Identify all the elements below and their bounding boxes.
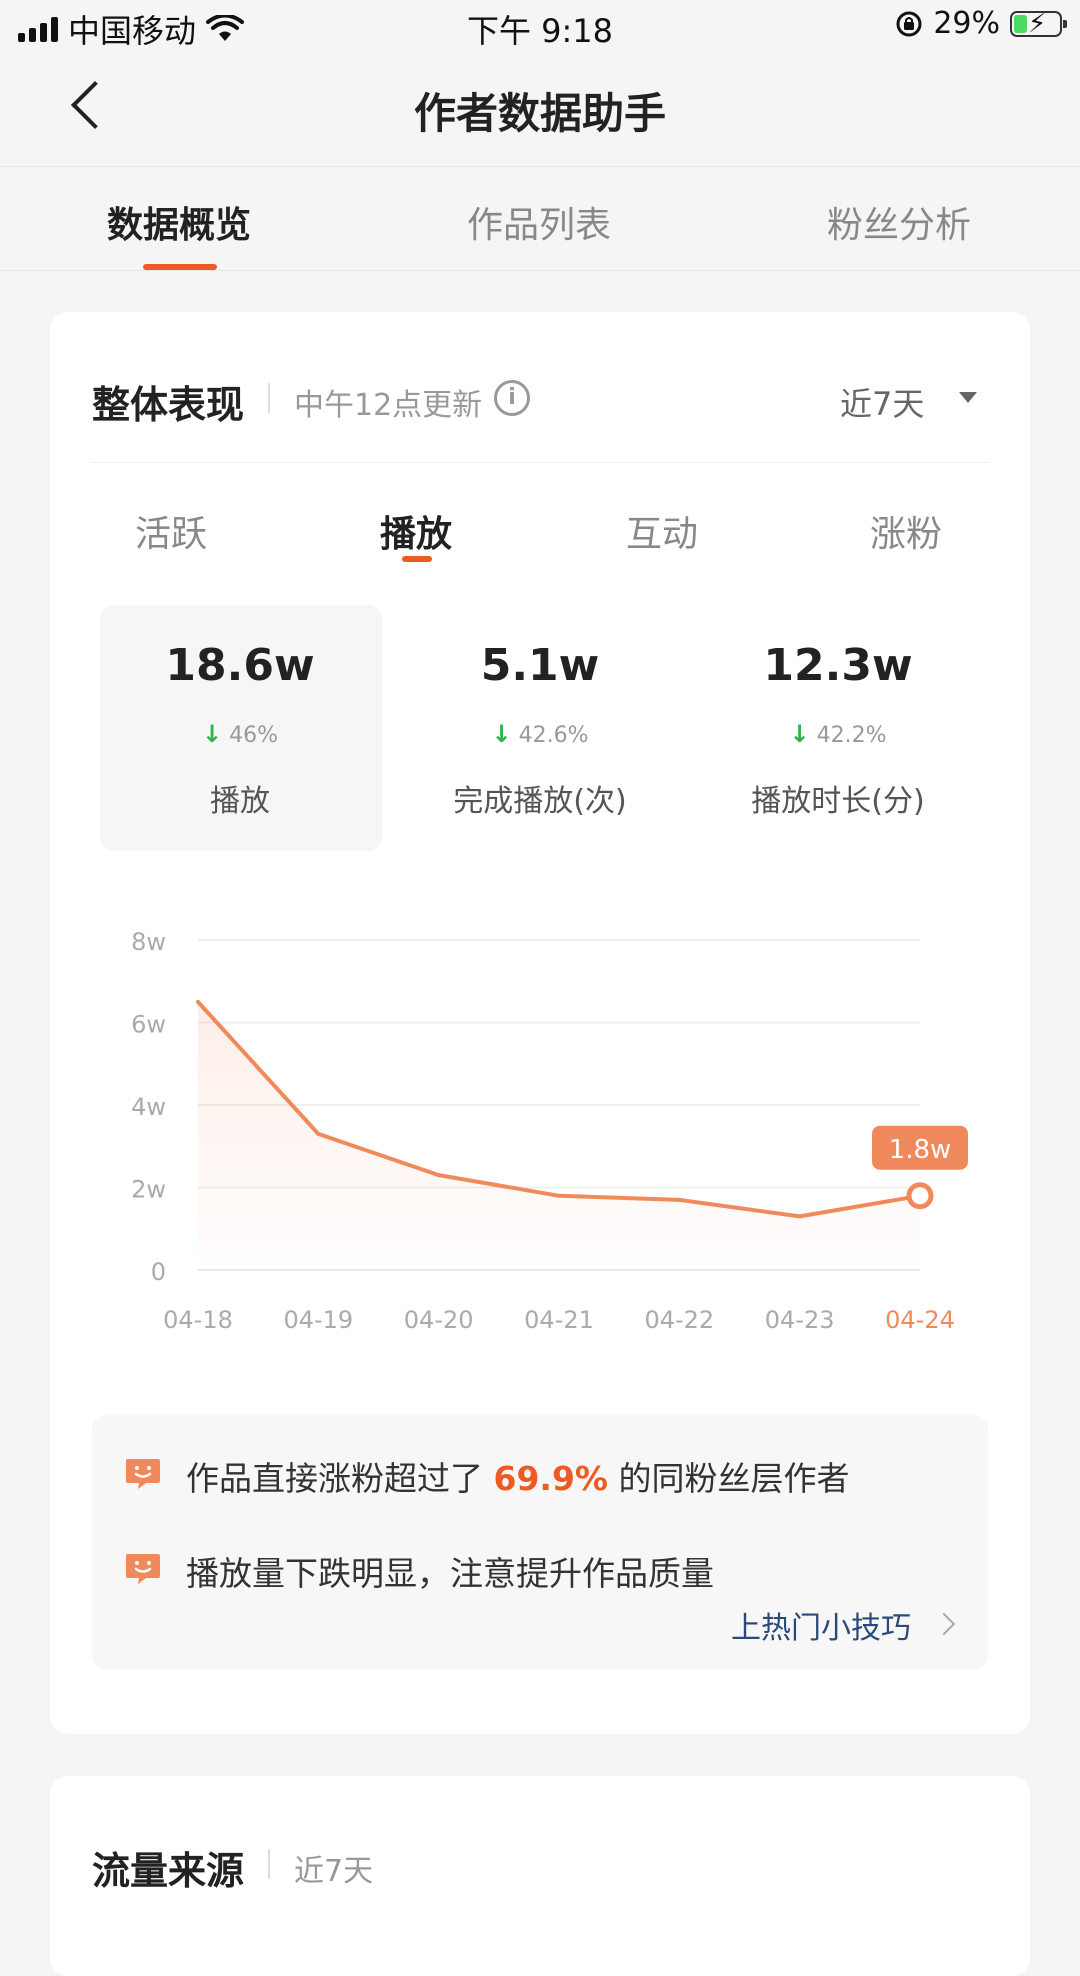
tip-fans-growth: 作品直接涨粉超过了 69.9% 的同粉丝层作者	[186, 1459, 850, 1498]
orientation-lock-icon	[896, 11, 922, 36]
down-arrow-icon: ↓	[491, 720, 512, 748]
caret-down-icon[interactable]	[959, 392, 977, 403]
y-tick-label: 4w	[131, 1093, 166, 1121]
metric-label-duration: 播放时长(分)	[751, 784, 925, 819]
x-tick-label: 04-24	[885, 1306, 955, 1334]
subtab-interaction[interactable]: 互动	[626, 505, 698, 557]
overview-divider	[90, 462, 990, 463]
x-tick-label: 04-20	[404, 1306, 474, 1334]
overview-title: 整体表现	[92, 383, 245, 427]
tabs-divider	[0, 270, 1080, 271]
subtab-indicator	[402, 556, 432, 562]
x-tick-label: 04-21	[524, 1306, 594, 1334]
data-point	[436, 1173, 441, 1178]
x-tick-label: 04-18	[163, 1306, 233, 1334]
traffic-title: 流量来源	[92, 1849, 245, 1893]
data-point	[557, 1193, 561, 1198]
status-bar: 中国移动 下午 9:18 29% ⚡	[0, 0, 1080, 56]
metric-value-completed[interactable]: 5.1w	[390, 640, 690, 691]
subtab-active[interactable]: 活跃	[135, 505, 207, 557]
data-point	[196, 999, 200, 1004]
update-note: 中午12点更新	[294, 388, 483, 423]
smile-bubble-icon	[126, 1554, 160, 1584]
subtab-play[interactable]: 播放	[380, 505, 452, 557]
chart-area	[198, 1001, 920, 1270]
y-tick-label: 2w	[131, 1176, 166, 1204]
metric-value-plays: 18.6w	[165, 640, 315, 691]
data-point	[316, 1131, 321, 1136]
play-trend-chart: 0 2w 4w 6w 8w 04-18 04-19 04-20 04-21 04-22 04-23…	[131, 928, 968, 1334]
x-tick-label: 04-23	[765, 1306, 835, 1334]
page-title: 作者数据助手	[413, 89, 666, 138]
title-separator	[268, 383, 270, 413]
metric-label-plays: 播放	[210, 784, 270, 819]
metric-label-completed: 完成播放(次)	[453, 784, 627, 819]
y-tick-label: 0	[151, 1258, 166, 1286]
tip-quality: 播放量下跌明显，注意提升作品质量	[186, 1554, 714, 1593]
metric-change-duration: ↓ 42.2%	[789, 720, 887, 748]
battery-icon: ⚡	[1010, 8, 1067, 39]
highlight-label: 1.8w	[889, 1135, 952, 1165]
data-point	[677, 1197, 682, 1202]
tab-fans[interactable]: 粉丝分析	[827, 196, 971, 248]
battery-percent: 29%	[933, 6, 1000, 41]
metric-value-duration[interactable]: 12.3w	[688, 640, 988, 691]
down-arrow-icon: ↓	[201, 720, 223, 748]
status-right: 29% ⚡	[895, 6, 1067, 41]
tab-works[interactable]: 作品列表	[467, 196, 611, 248]
data-point	[797, 1214, 802, 1219]
smile-bubble-icon	[126, 1459, 160, 1489]
range-selector[interactable]: 近7天	[840, 379, 924, 425]
tab-overview[interactable]: 数据概览	[107, 196, 251, 248]
hot-tips-link[interactable]: 上热门小技巧	[731, 1603, 911, 1647]
down-arrow-icon: ↓	[789, 720, 810, 748]
highlight-point[interactable]	[906, 1182, 934, 1210]
metric-change-completed: ↓ 42.6%	[491, 720, 589, 748]
y-tick-label: 6w	[131, 1011, 166, 1039]
subtab-followers[interactable]: 涨粉	[870, 505, 942, 557]
x-tick-label: 04-22	[644, 1306, 714, 1334]
metric-change-plays: ↓ 46%	[201, 720, 278, 748]
traffic-range: 近7天	[294, 1854, 374, 1889]
y-tick-label: 8w	[131, 928, 166, 956]
charging-bolt-icon: ⚡	[1028, 8, 1047, 39]
info-icon[interactable]: i	[494, 380, 530, 416]
title-separator	[268, 1849, 270, 1879]
x-tick-label: 04-19	[283, 1306, 353, 1334]
